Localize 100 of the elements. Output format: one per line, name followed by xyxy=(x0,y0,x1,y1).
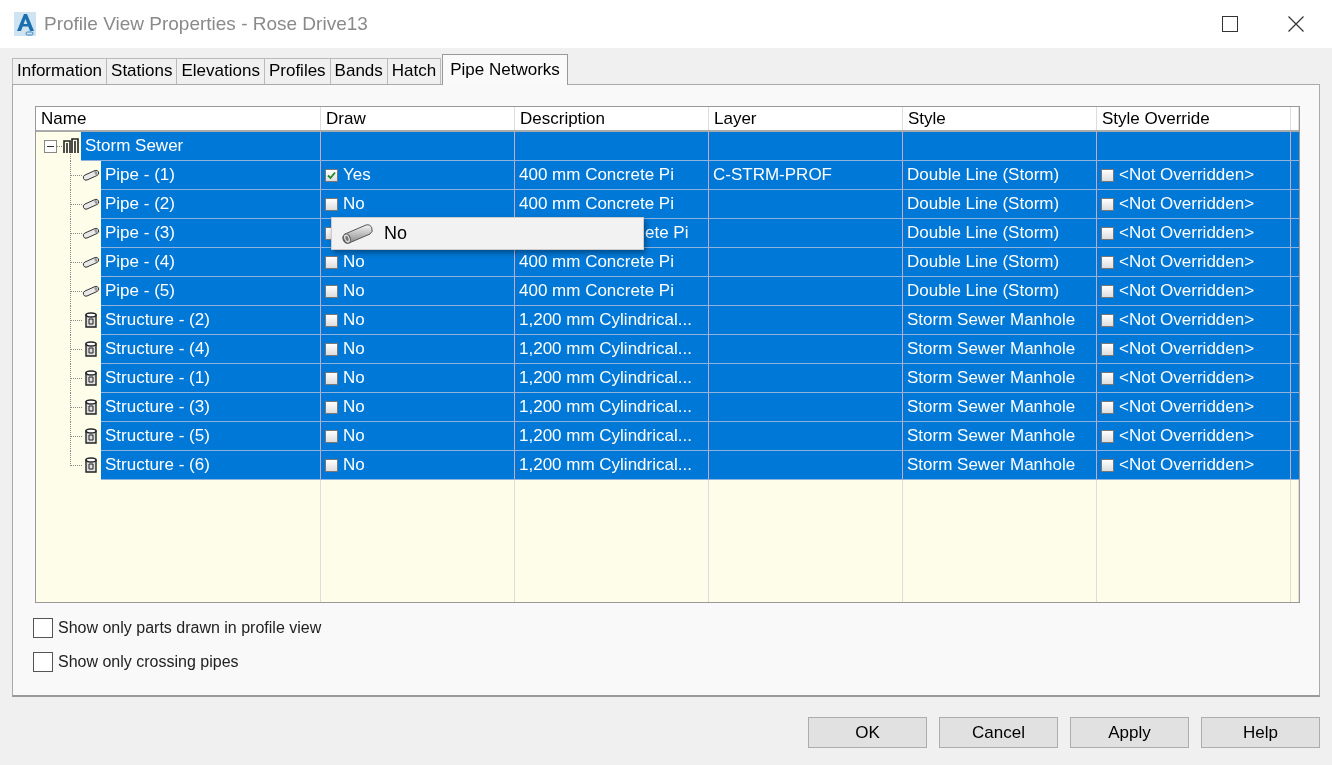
table-row[interactable]: Pipe - (5) No 400 mm Concrete Pi Double Line (Storm) <Not Overridden> xyxy=(101,277,1299,306)
tree-item-label: Structure - (3) xyxy=(105,396,210,418)
pipe-icon xyxy=(340,221,374,246)
manhole-icon xyxy=(84,456,98,474)
checkbox[interactable] xyxy=(325,342,338,356)
tree-item-label: Structure - (1) xyxy=(105,367,210,389)
cell-text: No xyxy=(343,251,365,273)
tree-item-label: Pipe - (3) xyxy=(105,222,175,244)
table-row[interactable]: Structure - (1) No 1,200 mm Cylindrical... Storm Sewer Manhole <Not Overridden> xyxy=(101,364,1299,393)
checkbox[interactable] xyxy=(1101,168,1114,182)
tab[interactable]: Pipe Networks xyxy=(442,54,568,85)
table-row[interactable]: Pipe - (1) Yes 400 mm Concrete Pi C-STRM-PROF Double Line (Storm) <Not Overridden> xyxy=(101,161,1299,190)
table-row[interactable]: Structure - (3) No 1,200 mm Cylindrical... Storm Sewer Manhole <Not Overridden> xyxy=(101,393,1299,422)
cell-text: Double Line (Storm) xyxy=(907,164,1060,186)
checkbox[interactable] xyxy=(325,197,338,211)
tree-item-label: Pipe - (4) xyxy=(105,251,175,273)
cell-text: <Not Overridden> xyxy=(1119,396,1255,418)
pipe-network-icon xyxy=(62,137,80,155)
tab[interactable]: Information xyxy=(12,58,108,84)
app-logo-icon xyxy=(14,12,36,36)
dialog-button[interactable]: OK xyxy=(808,717,927,748)
checkbox[interactable] xyxy=(325,284,338,298)
cell-text: No xyxy=(343,396,365,418)
checkbox[interactable] xyxy=(325,255,338,269)
pipe-icon xyxy=(82,198,100,210)
column-header[interactable]: Layer xyxy=(709,107,903,130)
cell-text: No xyxy=(343,338,365,360)
collapse-icon[interactable] xyxy=(44,140,57,153)
cell-text: <Not Overridden> xyxy=(1119,367,1255,389)
checkbox[interactable] xyxy=(1101,342,1114,356)
cell-text: Storm Sewer Manhole xyxy=(907,396,1076,418)
cell-text: No xyxy=(343,454,365,476)
cell-text: No xyxy=(343,280,365,302)
checkbox[interactable] xyxy=(1101,400,1114,414)
checkbox[interactable] xyxy=(325,371,338,385)
cell-text: No xyxy=(343,367,365,389)
checkbox[interactable] xyxy=(33,652,53,672)
table-row[interactable]: Storm Sewer xyxy=(81,132,1299,161)
tree-item-label: Structure - (4) xyxy=(105,338,210,360)
cell-text: <Not Overridden> xyxy=(1119,222,1255,244)
cell-text: 400 mm Concrete Pi xyxy=(519,193,674,215)
tree-item-label: Structure - (2) xyxy=(105,309,210,331)
column-header[interactable]: Description xyxy=(515,107,709,130)
cell-text: Double Line (Storm) xyxy=(907,251,1060,273)
column-header[interactable]: Draw xyxy=(321,107,515,130)
tree-item-label: Pipe - (2) xyxy=(105,193,175,215)
manhole-icon xyxy=(84,369,98,387)
column-header[interactable]: Name xyxy=(36,107,321,130)
checkbox[interactable] xyxy=(1101,429,1114,443)
checkbox[interactable] xyxy=(1101,371,1114,385)
table-row[interactable]: Pipe - (4) No 400 mm Concrete Pi Double Line (Storm) <Not Overridden> xyxy=(101,248,1299,277)
cell-text: <Not Overridden> xyxy=(1119,338,1255,360)
checkbox[interactable] xyxy=(1101,197,1114,211)
cell-text: 1,200 mm Cylindrical... xyxy=(519,309,692,331)
pipe-icon xyxy=(82,227,100,239)
cell-text: 400 mm Concrete Pi xyxy=(519,164,674,186)
checkbox[interactable] xyxy=(325,400,338,414)
checkbox[interactable] xyxy=(1101,284,1114,298)
table-row[interactable]: Structure - (2) No 1,200 mm Cylindrical... Storm Sewer Manhole <Not Overridden> xyxy=(101,306,1299,335)
window-title: Profile View Properties - Rose Drive13 xyxy=(44,13,369,35)
checkbox[interactable] xyxy=(1101,313,1114,327)
checkbox[interactable] xyxy=(1101,458,1114,472)
table-row[interactable]: Structure - (6) No 1,200 mm Cylindrical... Storm Sewer Manhole <Not Overridden> xyxy=(101,451,1299,480)
cell-text: <Not Overridden> xyxy=(1119,164,1255,186)
manhole-icon xyxy=(84,340,98,358)
column-header[interactable]: Style xyxy=(903,107,1097,130)
cell-text: Storm Sewer Manhole xyxy=(907,309,1076,331)
cell-text: 1,200 mm Cylindrical... xyxy=(519,425,692,447)
checkbox[interactable] xyxy=(1101,255,1114,269)
dialog-button[interactable]: Help xyxy=(1201,717,1320,748)
cell-text: Storm Sewer Manhole xyxy=(907,367,1076,389)
tree-item-label: Structure - (6) xyxy=(105,454,210,476)
close-icon[interactable] xyxy=(1288,16,1304,32)
checkbox[interactable] xyxy=(325,429,338,443)
cell-text: 1,200 mm Cylindrical... xyxy=(519,454,692,476)
checkbox[interactable] xyxy=(325,458,338,472)
dialog-button[interactable]: Cancel xyxy=(939,717,1058,748)
manhole-icon xyxy=(84,427,98,445)
checkbox-label[interactable]: Show only crossing pipes xyxy=(58,653,239,671)
cell-text: 400 mm Concrete Pi xyxy=(519,280,674,302)
table-row[interactable]: Structure - (4) No 1,200 mm Cylindrical... Storm Sewer Manhole <Not Overridden> xyxy=(101,335,1299,364)
dialog-button[interactable]: Apply xyxy=(1070,717,1189,748)
checkbox-label[interactable]: Show only parts drawn in profile view xyxy=(58,619,322,637)
table-row[interactable]: Structure - (5) No 1,200 mm Cylindrical... Storm Sewer Manhole <Not Overridden> xyxy=(101,422,1299,451)
table-row[interactable]: Pipe - (3) No ete Pi Double Line (Storm) <Not Overridden> xyxy=(101,219,1299,248)
checkbox[interactable] xyxy=(325,168,338,182)
tooltip-text: No xyxy=(384,223,407,244)
cell-text: Yes xyxy=(343,164,371,186)
maximize-icon[interactable] xyxy=(1222,16,1238,32)
column-header[interactable]: Style Override xyxy=(1097,107,1291,130)
pipe-icon xyxy=(82,256,100,268)
manhole-icon xyxy=(84,311,98,329)
cell-text: Storm Sewer Manhole xyxy=(907,425,1076,447)
cell-text: 400 mm Concrete Pi xyxy=(519,251,674,273)
checkbox[interactable] xyxy=(33,618,53,638)
table-row[interactable]: Pipe - (2) No 400 mm Concrete Pi Double Line (Storm) <Not Overridden> xyxy=(101,190,1299,219)
tab[interactable]: Hatch xyxy=(386,58,442,84)
checkbox[interactable] xyxy=(1101,226,1114,240)
cell-text: Storm Sewer Manhole xyxy=(907,338,1076,360)
checkbox[interactable] xyxy=(325,313,338,327)
